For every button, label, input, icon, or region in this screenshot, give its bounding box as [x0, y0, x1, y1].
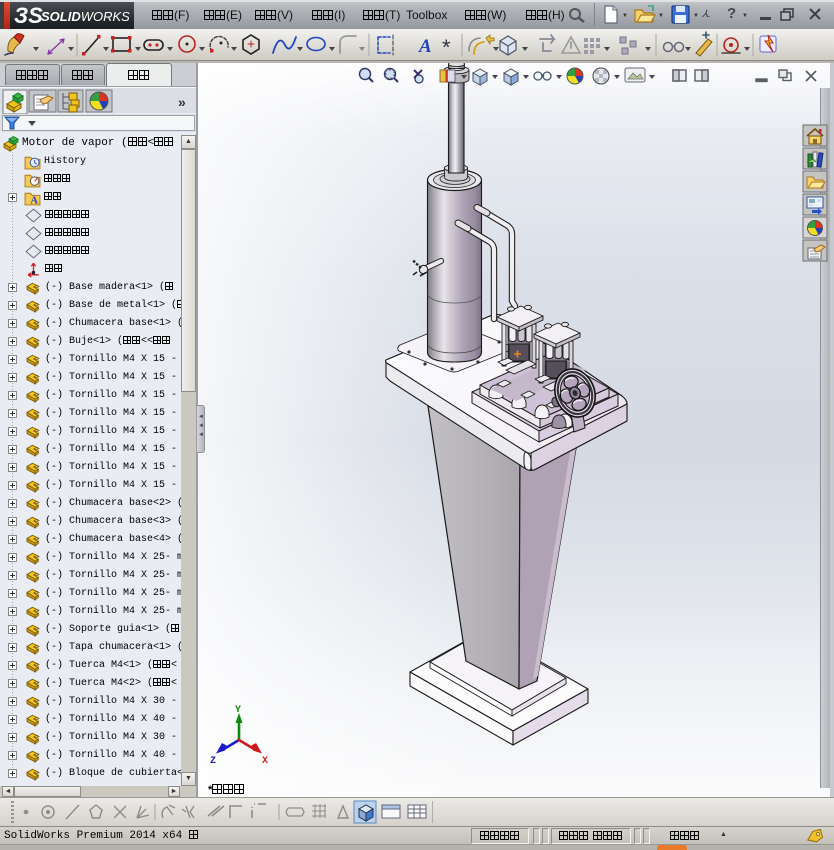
svg-text:A: A — [30, 195, 38, 206]
svg-text:*: * — [442, 35, 451, 60]
svg-text:X: X — [262, 756, 268, 767]
svg-text:Y: Y — [235, 705, 241, 716]
svg-text:»: » — [178, 94, 186, 110]
svg-text:Z: Z — [210, 756, 216, 767]
svg-text:A: A — [418, 36, 432, 57]
